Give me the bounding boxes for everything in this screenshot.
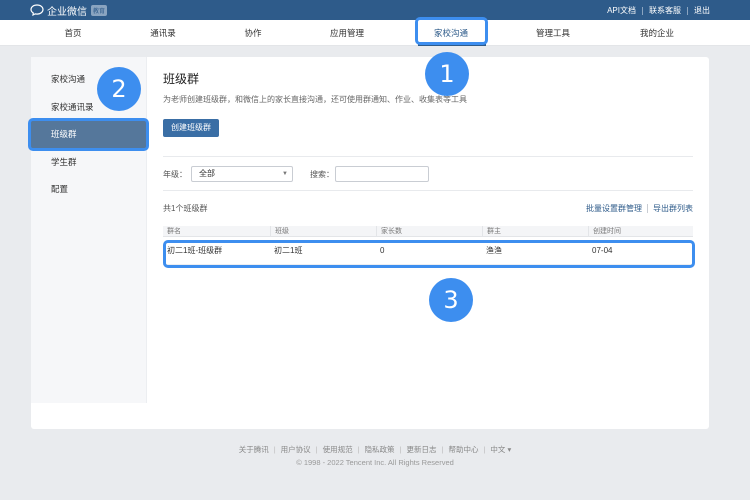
- table-header: 群名 班级 家长数 群主 创建时间: [163, 226, 693, 237]
- divider: |: [483, 445, 486, 454]
- column-header-parent-count: 家长数: [376, 226, 402, 237]
- grade-label: 年级：: [163, 169, 187, 179]
- nav-active-indicator: [418, 44, 486, 46]
- top-bar: 企业微信 教育 API文档 联系客服 退出: [0, 0, 750, 20]
- copyright: © 1998 - 2022 Tencent Inc. All Rights Re…: [296, 458, 454, 467]
- group-count: 共1个班级群: [163, 204, 208, 213]
- content-card: 家校沟通 家校通讯录 班级群 学生群 配置 班级群 为老师创建班级群，和微信上的…: [31, 57, 709, 429]
- nav-app-management[interactable]: 应用管理: [330, 20, 364, 46]
- step-badge-3: 3: [429, 278, 473, 322]
- cell-created-time: 07-04: [592, 246, 613, 255]
- grade-select-value: 全部: [199, 169, 215, 178]
- wecom-logo-icon: [30, 4, 44, 16]
- divider: |: [357, 445, 360, 454]
- cell-owner: 渔渔: [486, 246, 502, 255]
- nav-management-tools[interactable]: 管理工具: [536, 20, 570, 46]
- logo[interactable]: 企业微信 教育: [30, 3, 108, 18]
- divider: |: [315, 445, 318, 454]
- nav-contacts[interactable]: 通讯录: [150, 20, 176, 46]
- create-class-group-button[interactable]: 创建班级群: [163, 119, 219, 137]
- nav-home[interactable]: 首页: [64, 20, 81, 46]
- divider: |: [399, 445, 402, 454]
- sidebar-item-class-groups[interactable]: 班级群: [31, 120, 147, 148]
- contact-support-link[interactable]: 联系客服: [649, 5, 681, 16]
- footer-link-user-agreement[interactable]: 用户协议: [281, 445, 311, 454]
- search-label: 搜索：: [310, 169, 334, 179]
- table-actions: 批量设置群管理 导出群列表: [586, 203, 693, 214]
- filter-bar: 年级： 全部 ▼ 搜索：: [163, 166, 429, 182]
- nav-my-enterprise[interactable]: 我的企业: [640, 20, 674, 46]
- cell-parent-count: 0: [380, 246, 385, 255]
- column-header-owner: 群主: [482, 226, 501, 237]
- page-description: 为老师创建班级群，和微信上的家长直接沟通，还可使用群通知、作业、收集表等工具: [163, 95, 467, 104]
- divider: |: [441, 445, 444, 454]
- sidebar: 家校沟通 家校通讯录 班级群 学生群 配置: [31, 57, 147, 403]
- divider: [163, 156, 693, 157]
- main-nav: 首页 通讯录 协作 应用管理 家校沟通 管理工具 我的企业: [0, 20, 750, 46]
- table-row[interactable]: 初二1班-班级群 初二1班 0 渔渔 07-04: [163, 237, 693, 265]
- grade-select[interactable]: 全部 ▼: [191, 166, 293, 182]
- divider: [647, 204, 648, 213]
- sidebar-item-config[interactable]: 配置: [31, 175, 147, 203]
- divider: |: [273, 445, 276, 454]
- chevron-down-icon: ▼: [282, 171, 288, 177]
- footer-link-help[interactable]: 帮助中心: [448, 445, 478, 454]
- column-header-created-time: 创建时间: [588, 226, 621, 237]
- class-group-table: 群名 班级 家长数 群主 创建时间 初二1班-班级群 初二1班 0 渔渔 07-…: [163, 226, 693, 265]
- column-header-group-name: 群名: [167, 228, 181, 235]
- divider: [163, 190, 693, 191]
- main-panel: 班级群 为老师创建班级群，和微信上的家长直接沟通，还可使用群通知、作业、收集表等…: [163, 57, 693, 403]
- top-links: API文档 联系客服 退出: [607, 5, 710, 16]
- nav-home-school[interactable]: 家校沟通: [434, 20, 468, 46]
- cell-group-name: 初二1班-班级群: [167, 246, 223, 255]
- batch-group-management-link[interactable]: 批量设置群管理: [586, 203, 642, 214]
- footer-link-about[interactable]: 关于腾讯: [239, 445, 269, 454]
- page-title: 班级群: [163, 72, 200, 86]
- logo-text: 企业微信: [47, 6, 87, 18]
- footer-links: 关于腾讯 | 用户协议 | 使用规范 | 隐私政策 | 更新日志 | 帮助中心 | 中文 ▾: [0, 444, 750, 455]
- divider: [642, 6, 643, 15]
- footer-link-changelog[interactable]: 更新日志: [407, 445, 437, 454]
- step-badge-1: 1: [425, 52, 469, 96]
- footer-link-usage-rules[interactable]: 使用规范: [323, 445, 353, 454]
- footer-link-privacy[interactable]: 隐私政策: [365, 445, 395, 454]
- language-selector[interactable]: 中文 ▾: [490, 445, 511, 454]
- sidebar-item-student-groups[interactable]: 学生群: [31, 148, 147, 176]
- column-header-class: 班级: [270, 226, 289, 237]
- export-group-list-link[interactable]: 导出群列表: [653, 203, 693, 214]
- logout-link[interactable]: 退出: [694, 5, 710, 16]
- logo-badge: 教育: [91, 4, 108, 16]
- divider: [687, 6, 688, 15]
- api-docs-link[interactable]: API文档: [607, 5, 636, 16]
- nav-collaboration[interactable]: 协作: [244, 20, 261, 46]
- cell-class: 初二1班: [274, 246, 303, 255]
- step-badge-2: 2: [97, 67, 141, 111]
- search-input[interactable]: [335, 166, 429, 182]
